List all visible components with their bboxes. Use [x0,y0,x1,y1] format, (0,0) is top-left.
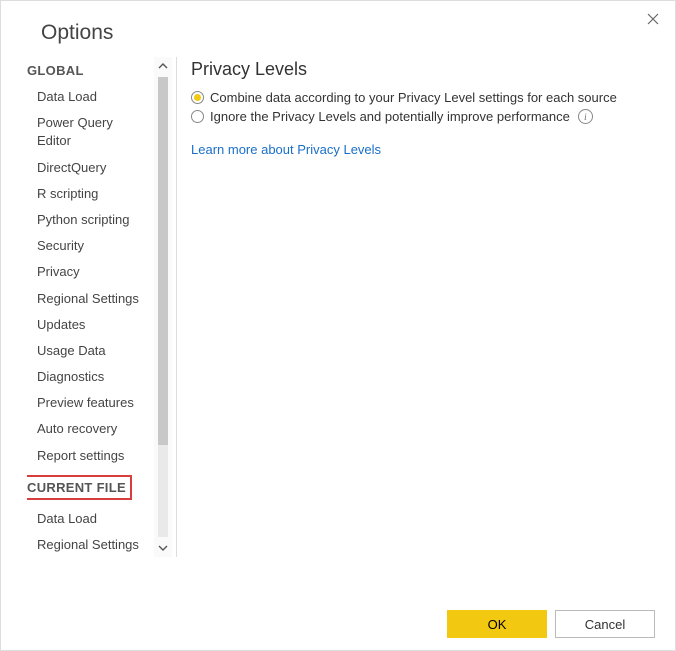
sidebar-item-label: Data Load [37,511,97,526]
sidebar-item-label: Report settings [37,448,124,463]
sidebar-item-preview-features[interactable]: Preview features [29,390,152,416]
sidebar-item-data-load[interactable]: Data Load [29,84,152,110]
cancel-button[interactable]: Cancel [555,610,655,638]
sidebar-item-regional-settings[interactable]: Regional Settings [29,532,152,557]
radio-button[interactable] [191,91,204,104]
radio-label: Ignore the Privacy Levels and potentiall… [210,109,570,124]
scroll-up-button[interactable] [154,57,172,75]
sidebar-item-label: Regional Settings [37,537,139,552]
dialog-title: Options [1,1,675,57]
sidebar-item-label: R scripting [37,186,98,201]
scroll-down-button[interactable] [154,539,172,557]
sidebar-item-privacy[interactable]: Privacy [29,259,152,285]
sidebar-item-directquery[interactable]: DirectQuery [29,155,152,181]
dialog-footer: OK Cancel [447,610,655,638]
sidebar-item-usage-data[interactable]: Usage Data [29,338,152,364]
sidebar-item-python-scripting[interactable]: Python scripting [29,207,152,233]
close-button[interactable] [643,9,663,29]
sidebar-item-label: Power Query Editor [37,115,113,148]
vertical-divider [176,57,177,557]
radio-group: Combine data according to your Privacy L… [191,90,655,124]
dialog-body: GLOBAL Data Load Power Query Editor DirectQ… [1,57,675,577]
chevron-down-icon [158,543,168,553]
sidebar-item-label: Python scripting [37,212,130,227]
sidebar: GLOBAL Data Load Power Query Editor DirectQ… [27,57,152,557]
sidebar-item-label: Privacy [37,264,80,279]
sidebar-item-label: Usage Data [37,343,106,358]
sidebar-item-data-load[interactable]: Data Load [29,506,152,532]
sidebar-item-label: Updates [37,317,85,332]
sidebar-section-current-file: CURRENT FILE [27,475,132,500]
sidebar-item-regional-settings[interactable]: Regional Settings [29,286,152,312]
scroll-thumb[interactable] [158,77,168,445]
sidebar-item-r-scripting[interactable]: R scripting [29,181,152,207]
sidebar-item-auto-recovery[interactable]: Auto recovery [29,416,152,442]
sidebar-item-security[interactable]: Security [29,233,152,259]
learn-more-link[interactable]: Learn more about Privacy Levels [191,142,655,157]
sidebar-item-label: Security [37,238,84,253]
close-icon [647,13,659,25]
info-icon[interactable]: i [578,109,593,124]
ok-button[interactable]: OK [447,610,547,638]
privacy-level-option[interactable]: Ignore the Privacy Levels and potentiall… [191,109,655,124]
sidebar-item-diagnostics[interactable]: Diagnostics [29,364,152,390]
scroll-track[interactable] [158,77,168,537]
content-pane: Privacy Levels Combine data according to… [191,57,655,577]
sidebar-section-global: GLOBAL [27,63,152,78]
radio-button[interactable] [191,110,204,123]
sidebar-item-report-settings[interactable]: Report settings [29,443,152,469]
sidebar-item-label: DirectQuery [37,160,106,175]
sidebar-item-label: Diagnostics [37,369,104,384]
options-dialog: Options GLOBAL Data Load Power Query Edito… [0,0,676,651]
sidebar-item-label: Preview features [37,395,134,410]
sidebar-item-label: Regional Settings [37,291,139,306]
sidebar-item-updates[interactable]: Updates [29,312,152,338]
sidebar-item-power-query-editor[interactable]: Power Query Editor [29,110,152,154]
sidebar-item-label: Data Load [37,89,97,104]
sidebar-container: GLOBAL Data Load Power Query Editor DirectQ… [21,57,172,557]
radio-label: Combine data according to your Privacy L… [210,90,617,105]
sidebar-item-label: Auto recovery [37,421,117,436]
privacy-level-option[interactable]: Combine data according to your Privacy L… [191,90,655,105]
chevron-up-icon [158,61,168,71]
content-heading: Privacy Levels [191,59,655,80]
sidebar-scrollbar[interactable] [154,57,172,557]
